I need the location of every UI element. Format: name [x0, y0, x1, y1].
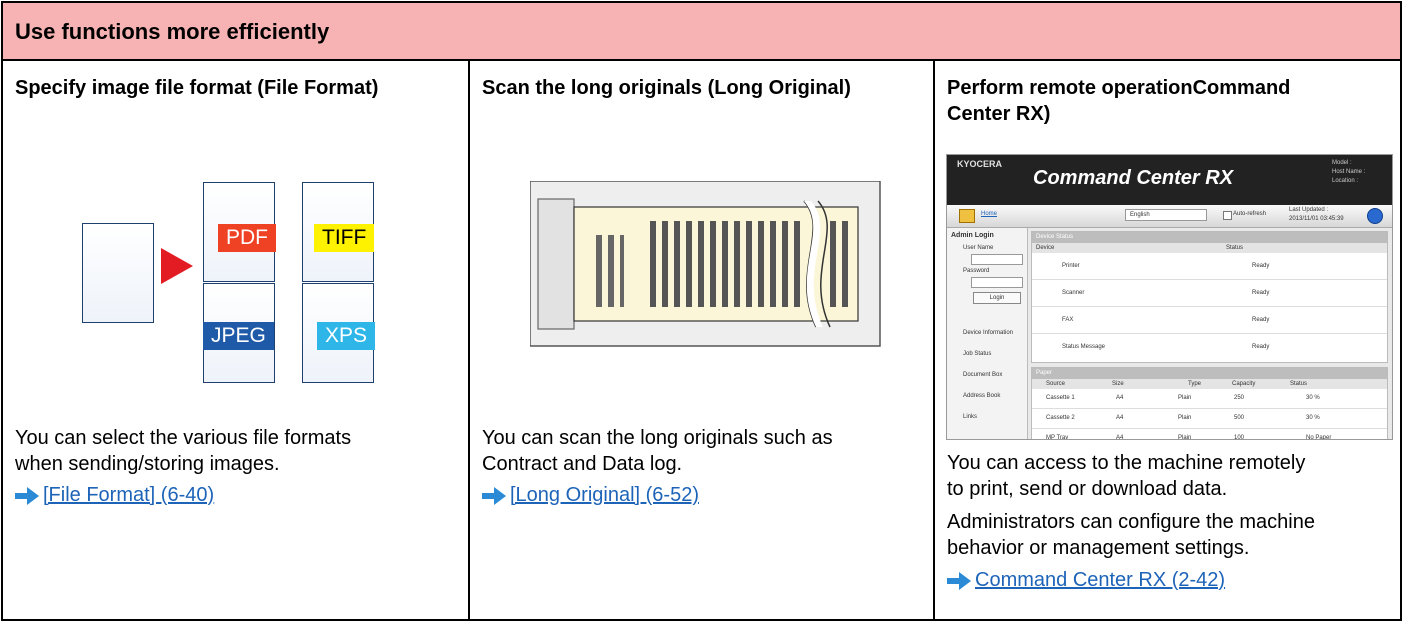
auto-refresh-checkbox[interactable] — [1223, 211, 1232, 220]
password-field[interactable] — [971, 277, 1023, 288]
language-select[interactable]: English — [1125, 209, 1207, 221]
column-title: Specify image file format (File Format) — [15, 77, 379, 99]
cc-header-info: Model : Host Name : Location : — [1332, 160, 1366, 184]
login-button[interactable]: Login — [973, 292, 1021, 304]
arrow-right-icon — [482, 486, 506, 505]
long-original-illustration — [530, 181, 881, 347]
command-center-link[interactable]: Command Center RX (2-42) — [975, 569, 1225, 592]
nav-device-information[interactable]: Device Information — [951, 323, 1013, 344]
column-command-center: Perform remote operationCommand Center R… — [935, 61, 1402, 621]
column-description: You can scan the long originals such as … — [482, 427, 833, 475]
device-status-row: FAX Ready — [1032, 307, 1387, 334]
device-status-row: Status Message Ready — [1062, 344, 1270, 350]
paper-row: Cassette 1 A4 Plain 250 30 % — [1032, 389, 1387, 409]
paper-row: Cassette 2 A4 Plain 500 30 % — [1032, 409, 1387, 429]
column-long-original: Scan the long originals (Long Original) — [470, 61, 935, 621]
column-description: You can select the various file formats … — [15, 427, 352, 475]
paper-title: Paper — [1032, 368, 1387, 379]
section-title: Use functions more efficiently — [15, 19, 330, 44]
last-updated-label: Last Updated : — [1289, 207, 1329, 213]
play-arrow-icon — [161, 248, 193, 284]
device-status-row: Scanner Ready — [1032, 280, 1387, 307]
tiff-format-label: TIFF — [314, 224, 375, 252]
cc-app-title: Command Center RX — [1033, 167, 1234, 189]
cc-sidebar: Admin Login User Name Password Login Dev… — [947, 228, 1028, 439]
page-frame: Use functions more efficiently Specify i… — [1, 1, 1402, 621]
pdf-format-label: PDF — [218, 224, 276, 252]
refresh-icon[interactable] — [1367, 208, 1383, 224]
cc-toolbar: Home English Auto-refresh Last Updated :… — [947, 205, 1392, 228]
reference-link-row: [Long Original] (6-52) — [482, 484, 699, 507]
arrow-right-icon — [947, 571, 971, 590]
user-name-label: User Name — [963, 245, 994, 251]
xps-format-label: XPS — [317, 322, 376, 350]
command-center-screenshot: KYOCERA Command Center RX Model : Host N… — [946, 154, 1393, 440]
sidebar-nav: Device Information Job Status Document B… — [951, 323, 1013, 428]
column-description-admin: Administrators can configure the machine… — [947, 511, 1315, 559]
last-updated-value: 2013/11/01 03:45:39 — [1289, 216, 1344, 222]
auto-refresh-label: Auto-refresh — [1233, 211, 1267, 217]
paper-header: Source Size Type Capacity Status — [1032, 379, 1387, 389]
section-header: Use functions more efficiently — [3, 3, 1400, 61]
nav-links[interactable]: Links — [951, 407, 1013, 428]
home-icon[interactable] — [959, 209, 975, 223]
reference-link-row: Command Center RX (2-42) — [947, 569, 1225, 592]
paper-row: MP Tray A4 Plain 100 No Paper — [1046, 435, 1332, 440]
long-original-link[interactable]: [Long Original] (6-52) — [510, 484, 699, 507]
cc-top-bar: KYOCERA Command Center RX Model : Host N… — [947, 155, 1392, 205]
kyocera-logo: KYOCERA — [957, 159, 1003, 169]
column-file-format: Specify image file format (File Format) … — [3, 61, 470, 621]
home-link[interactable]: Home — [981, 211, 997, 217]
device-status-title: Device Status — [1032, 232, 1387, 243]
device-status-panel: Device Status Device Status Printer Ready… — [1031, 231, 1388, 363]
column-description: You can access to the machine remotely t… — [947, 452, 1306, 500]
file-format-link[interactable]: [File Format] (6-40) — [43, 484, 214, 507]
device-status-row: Printer Ready — [1032, 253, 1387, 280]
paper-panel: Paper Source Size Type Capacity Status C… — [1031, 367, 1388, 440]
reference-link-row: [File Format] (6-40) — [15, 484, 214, 507]
column-title: Scan the long originals (Long Original) — [482, 77, 851, 99]
device-status-header: Device Status — [1032, 243, 1387, 253]
nav-job-status[interactable]: Job Status — [951, 344, 1013, 365]
jpeg-format-label: JPEG — [203, 322, 274, 350]
admin-login-title: Admin Login — [951, 232, 994, 239]
arrow-right-icon — [15, 486, 39, 505]
nav-document-box[interactable]: Document Box — [951, 365, 1013, 386]
column-title: Perform remote operationCommand Center R… — [947, 77, 1291, 125]
nav-address-book[interactable]: Address Book — [951, 386, 1013, 407]
source-document-icon — [82, 223, 154, 323]
user-name-field[interactable] — [971, 254, 1023, 265]
password-label: Password — [963, 268, 990, 274]
